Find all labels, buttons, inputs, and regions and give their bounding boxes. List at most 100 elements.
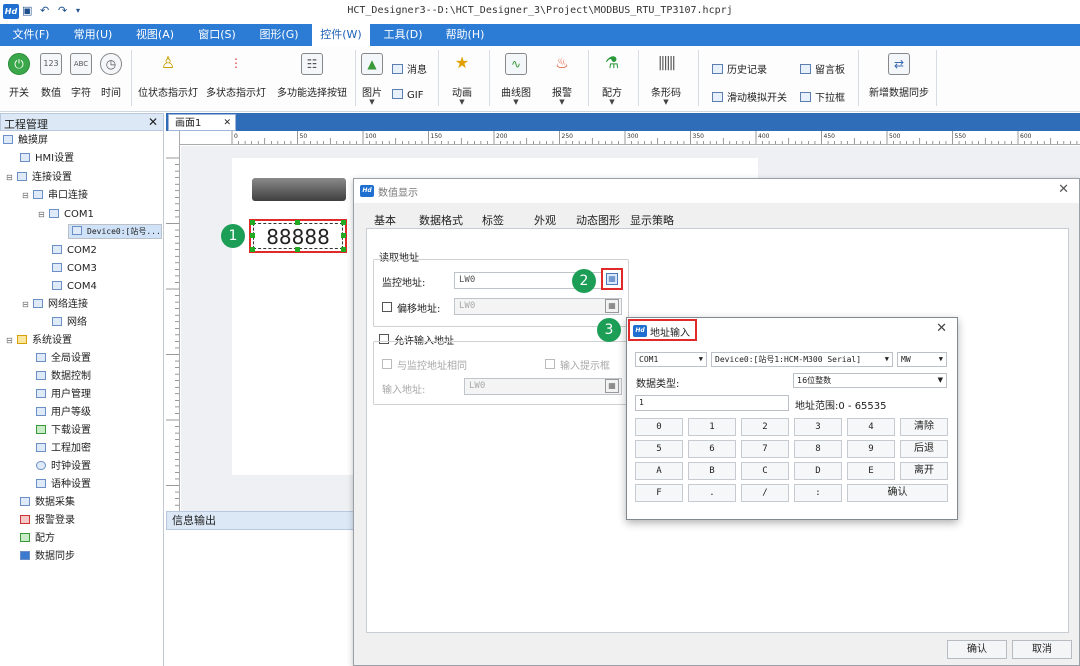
gif-button[interactable]: GIF — [392, 89, 423, 101]
data-sync-button[interactable]: ⇄ 新增数据同步 — [866, 46, 932, 112]
same-as-monitor-checkbox[interactable] — [382, 359, 392, 369]
key-5[interactable]: 5 — [635, 440, 683, 458]
menu-controls[interactable]: 控件(W) — [312, 24, 370, 46]
resize-handle[interactable] — [295, 220, 300, 225]
offset-checkbox[interactable] — [382, 302, 392, 312]
menu-window[interactable]: 窗口(S) — [188, 24, 246, 46]
address-picker-icon[interactable]: ▦ — [605, 379, 619, 393]
text-button[interactable]: ABC 字符 — [66, 46, 96, 112]
tree-item-user-level[interactable]: 用户等级 — [36, 404, 91, 422]
tab-label[interactable]: 标签 — [482, 212, 504, 228]
key-1[interactable]: 1 — [688, 418, 736, 436]
offset-address-input[interactable]: LW0 — [454, 298, 622, 315]
key-D[interactable]: D — [794, 462, 842, 480]
image-button[interactable]: ▲ 图片 ▼ — [358, 46, 386, 112]
close-icon[interactable]: ✕ — [1058, 182, 1069, 197]
key-B[interactable]: B — [688, 462, 736, 480]
resize-handle[interactable] — [250, 247, 255, 252]
tab-data-format[interactable]: 数据格式 — [419, 212, 463, 228]
memo-button[interactable]: 留言板 — [800, 61, 845, 76]
tree-item-system-settings[interactable]: ⊟ 系统设置 — [6, 332, 72, 350]
tree-item-net[interactable]: 网络 — [52, 314, 87, 332]
menu-tools[interactable]: 工具(D) — [374, 24, 432, 46]
multi-lamp-button[interactable]: ⋮ 多状态指示灯 — [204, 46, 268, 112]
register-select[interactable]: MW ▼ — [897, 352, 947, 367]
tree-item-data-control[interactable]: 数据控制 — [36, 368, 91, 386]
key-:[interactable]: : — [794, 484, 842, 502]
collapse-icon[interactable]: ⊟ — [22, 187, 30, 205]
input-address-input[interactable]: LW0 — [464, 378, 622, 395]
menu-common[interactable]: 常用(U) — [64, 24, 122, 46]
message-button[interactable]: 消息 — [392, 61, 427, 76]
monitor-address-input[interactable]: LW0 — [454, 272, 622, 289]
animation-button[interactable]: ★ 动画 ▼ — [442, 46, 482, 112]
tree-item-user-management[interactable]: 用户管理 — [36, 386, 91, 404]
menu-help[interactable]: 帮助(H) — [436, 24, 494, 46]
menu-file[interactable]: 文件(F) — [4, 24, 58, 46]
tab-dynamic-graphics[interactable]: 动态图形 — [576, 212, 620, 228]
device-image[interactable] — [252, 178, 346, 201]
resize-handle[interactable] — [341, 220, 346, 225]
key-C[interactable]: C — [741, 462, 789, 480]
collapse-icon[interactable]: ⊟ — [6, 169, 14, 187]
key-.[interactable]: . — [688, 484, 736, 502]
tree-item-device0[interactable]: Device0:[站号... — [68, 224, 162, 239]
time-button[interactable]: ◷ 时间 — [96, 46, 126, 112]
collapse-icon[interactable]: ⊟ — [22, 296, 30, 314]
barcode-button[interactable]: |||||| 条形码 ▼ — [644, 46, 688, 112]
resize-handle[interactable] — [250, 233, 255, 238]
key-7[interactable]: 7 — [741, 440, 789, 458]
bit-lamp-button[interactable]: ♙ 位状态指示灯 — [136, 46, 200, 112]
tree-item-data-collection[interactable]: 数据采集 — [20, 494, 75, 512]
dropdown-button[interactable]: 下拉框 — [800, 89, 845, 104]
collapse-icon[interactable]: ⊟ — [6, 332, 14, 350]
resize-handle[interactable] — [341, 233, 346, 238]
close-icon[interactable]: ✕ — [148, 115, 158, 129]
multi-function-button[interactable]: ☷ 多功能选择按钮 — [274, 46, 350, 112]
port-select[interactable]: COM1 ▼ — [635, 352, 707, 367]
key-8[interactable]: 8 — [794, 440, 842, 458]
tab-screen1[interactable]: 画面1 ✕ — [168, 114, 236, 131]
key-E[interactable]: E — [847, 462, 895, 480]
tree-item-com1[interactable]: ⊟ COM1 — [38, 206, 94, 224]
tab-basic[interactable]: 基本 — [374, 212, 396, 228]
collapse-icon[interactable]: ⊟ — [38, 206, 46, 224]
key-后退[interactable]: 后退 — [900, 440, 948, 458]
recipe-button[interactable]: ⚗ 配方 ▼ — [592, 46, 632, 112]
data-type-select[interactable]: 16位整数 ▼ — [793, 373, 947, 388]
curve-button[interactable]: ∿ 曲线图 ▼ — [494, 46, 538, 112]
key-9[interactable]: 9 — [847, 440, 895, 458]
tree-item-clock[interactable]: 时钟设置 — [36, 458, 91, 476]
address-input[interactable]: 1 — [635, 395, 789, 411]
resize-handle[interactable] — [250, 220, 255, 225]
numeric-display-widget[interactable]: 88888 — [249, 219, 347, 253]
tree-item-data-sync[interactable]: 数据同步 — [20, 548, 75, 566]
key-A[interactable]: A — [635, 462, 683, 480]
tree-item-language[interactable]: 语种设置 — [36, 476, 91, 494]
key-0[interactable]: 0 — [635, 418, 683, 436]
numeric-button[interactable]: 123 数值 — [36, 46, 66, 112]
close-icon[interactable]: ✕ — [936, 321, 947, 336]
device-select[interactable]: Device0:[站号1:HCM-M300 Serial] ▼ — [711, 352, 893, 367]
cancel-button[interactable]: 取消 — [1012, 640, 1072, 659]
tab-display-strategy[interactable]: 显示策略 — [630, 212, 674, 228]
tree-item-serial[interactable]: ⊟ 串口连接 — [22, 187, 88, 205]
tree-item-connection-settings[interactable]: ⊟ 连接设置 — [6, 169, 72, 187]
tree-item-com2[interactable]: COM2 — [52, 242, 97, 260]
tree-item-download[interactable]: 下载设置 — [36, 422, 91, 440]
key-清除[interactable]: 清除 — [900, 418, 948, 436]
ok-button[interactable]: 确认 — [947, 640, 1007, 659]
key-/[interactable]: / — [741, 484, 789, 502]
tab-appearance[interactable]: 外观 — [534, 212, 556, 228]
input-hint-checkbox[interactable] — [545, 359, 555, 369]
menu-graphics[interactable]: 图形(G) — [250, 24, 308, 46]
tree-item-hmi-settings[interactable]: HMI设置 — [20, 150, 74, 168]
tree-item-alarm-log[interactable]: 报警登录 — [20, 512, 75, 530]
key-2[interactable]: 2 — [741, 418, 789, 436]
key-4[interactable]: 4 — [847, 418, 895, 436]
history-button[interactable]: 历史记录 — [712, 61, 767, 76]
key-F[interactable]: F — [635, 484, 683, 502]
tree-item-touchscreen[interactable]: 触摸屏 — [3, 132, 48, 150]
resize-handle[interactable] — [341, 247, 346, 252]
tree-item-global[interactable]: 全局设置 — [36, 350, 91, 368]
